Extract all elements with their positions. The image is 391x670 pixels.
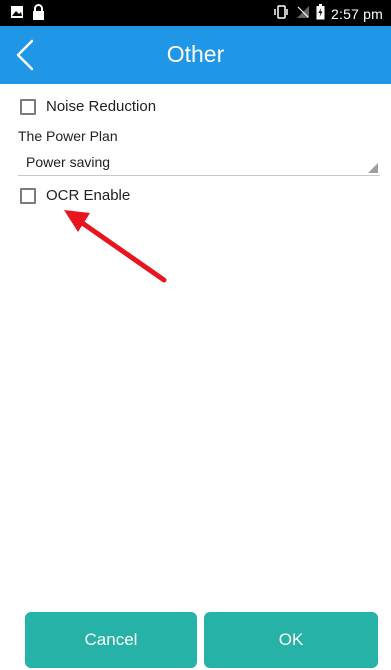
ocr-enable-label: OCR Enable <box>46 187 131 204</box>
image-icon <box>10 5 24 24</box>
ocr-enable-option[interactable]: OCR Enable <box>20 187 130 204</box>
status-left-icons <box>10 4 45 25</box>
lock-icon <box>32 4 45 25</box>
noise-reduction-option[interactable]: Noise Reduction <box>20 98 156 115</box>
vibrate-icon <box>272 5 290 22</box>
status-bar: 2:57 pm <box>0 0 391 26</box>
status-right-icons: 2:57 pm <box>272 4 383 23</box>
footer-actions: Cancel OK <box>0 612 391 670</box>
power-plan-label: The Power Plan <box>18 128 118 144</box>
ocr-enable-checkbox[interactable] <box>20 187 36 204</box>
settings-content: Noise Reduction The Power Plan Power sav… <box>0 84 391 604</box>
status-time: 2:57 pm <box>331 5 383 22</box>
noise-reduction-checkbox[interactable] <box>20 98 36 115</box>
power-plan-value: Power saving <box>26 154 111 170</box>
ok-button[interactable]: OK <box>204 612 378 668</box>
page-title: Other <box>166 41 225 67</box>
no-signal-icon <box>296 5 310 22</box>
app-bar: Other <box>0 26 391 84</box>
cancel-button[interactable]: Cancel <box>25 612 197 668</box>
dropdown-corner-icon <box>368 163 378 173</box>
noise-reduction-label: Noise Reduction <box>46 98 157 115</box>
battery-icon <box>316 4 325 23</box>
power-plan-dropdown[interactable]: Power saving <box>18 150 380 176</box>
